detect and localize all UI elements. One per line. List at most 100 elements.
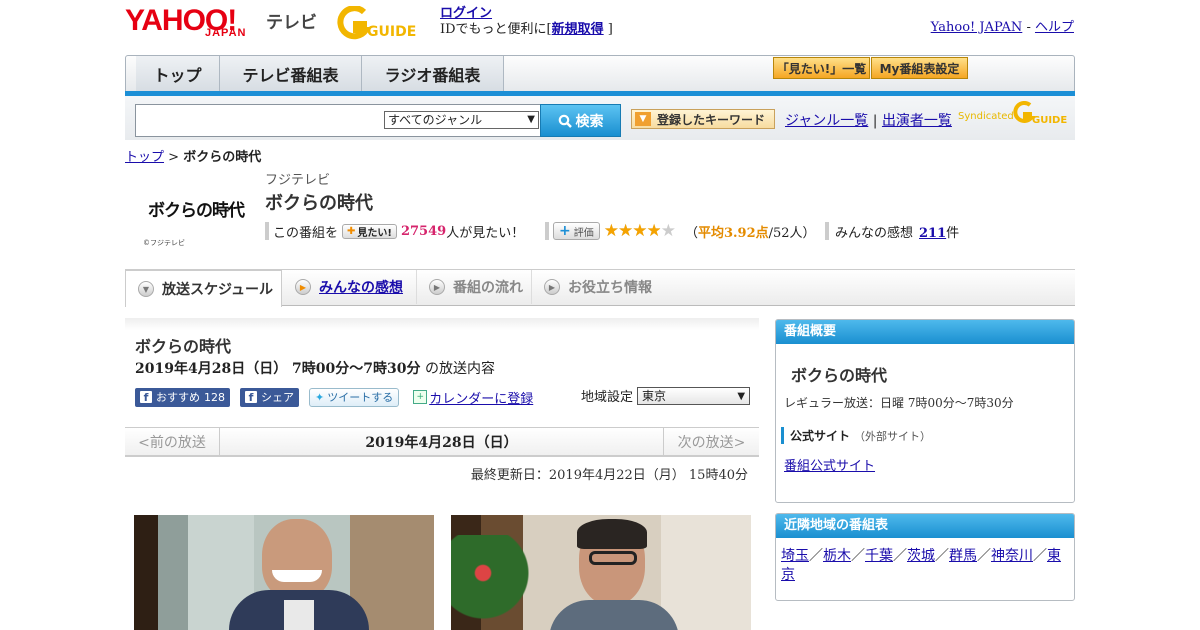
divider: [545, 222, 549, 240]
mitai-count: 27549: [400, 223, 447, 239]
calendar-register[interactable]: + カレンダーに登録: [413, 388, 533, 407]
region-setting: 地域設定 東京 ▼: [581, 386, 751, 405]
nav-tab-radio-schedule[interactable]: ラジオ番組表: [362, 56, 504, 91]
facebook-recommend-label: おすすめ: [156, 391, 200, 404]
rate-button-label: 評価: [573, 227, 594, 239]
nav-tab-top[interactable]: トップ: [136, 56, 220, 91]
login-block: ログイン IDでもっと便利に[新規取得 ]: [440, 6, 613, 38]
program-logo: ボクらの時代: [148, 201, 245, 221]
rating-average: 平均3.92点: [697, 225, 769, 241]
rating-summary: （平均3.92点/52人）: [685, 222, 816, 241]
play-icon: ▶: [544, 279, 560, 295]
pager-current-date: 2019年4月28日（日）: [365, 435, 518, 451]
subtab-info-label: お役立ち情報: [568, 280, 652, 296]
tweet-label: ツイートする: [327, 391, 394, 404]
breadcrumb: トップ > ボクらの時代: [125, 146, 261, 165]
region-link-kanagawa[interactable]: 神奈川: [991, 548, 1033, 564]
subtab-reviews[interactable]: ▶ みんなの感想: [283, 270, 417, 304]
my-schedule-button[interactable]: My番組表設定: [871, 57, 968, 79]
plus-icon: ✚: [347, 225, 356, 237]
subtab-flow-label: 番組の流れ: [453, 280, 523, 296]
login-prompt: IDでもっと便利に[: [440, 22, 552, 37]
yahoo-japan-link[interactable]: Yahoo! JAPAN: [931, 20, 1023, 35]
broadcast-title: ボクらの時代: [135, 337, 232, 356]
regular-broadcast-time: レギュラー放送：日曜 7時00分～7時30分: [784, 396, 1014, 410]
program-title: ボクらの時代: [265, 193, 373, 214]
dropdown-arrow-icon: ▼: [737, 390, 746, 402]
region-separator: ／: [809, 548, 823, 564]
subtab-schedule-label: 放送スケジュール: [162, 282, 274, 298]
subtab-schedule[interactable]: ▼ 放送スケジュール: [125, 270, 282, 307]
kansou-count-link[interactable]: 211: [919, 226, 946, 241]
official-site-note: （外部サイト）: [854, 429, 932, 443]
tweet-button[interactable]: ✦ ツイートする: [309, 387, 400, 407]
signup-link[interactable]: 新規取得: [552, 22, 604, 37]
rate-button[interactable]: + 評価: [553, 222, 600, 240]
calendar-icon: +: [413, 390, 428, 404]
triangle-down-icon: ▼: [635, 112, 651, 126]
breadcrumb-separator: >: [168, 150, 180, 165]
region-separator: ／: [1033, 548, 1047, 564]
breadcrumb-current: ボクらの時代: [183, 150, 262, 165]
nav-tab-tv-schedule[interactable]: テレビ番組表: [220, 56, 362, 91]
mitai-button[interactable]: ✚ 見たい!: [342, 223, 397, 239]
broadcast-photo-2: [451, 515, 751, 630]
region-select[interactable]: 東京 ▼: [637, 386, 751, 405]
broadcast-photo-1: [134, 515, 434, 630]
syndicated-gguide-wordmark: GUIDE: [1032, 115, 1067, 126]
subtab-reviews-label[interactable]: みんなの感想: [319, 277, 403, 297]
play-icon: ▶: [429, 279, 445, 295]
top-right-links: Yahoo! JAPAN - ヘルプ: [931, 16, 1074, 35]
region-separator: ／: [851, 548, 865, 564]
breadcrumb-top-link[interactable]: トップ: [125, 150, 164, 165]
divider: [265, 222, 269, 240]
last-updated: 最終更新日：2019年4月22日（月） 15時40分: [470, 468, 748, 483]
calendar-register-link[interactable]: カレンダーに登録: [429, 388, 533, 407]
mitai-button-label: 見たい!: [357, 227, 392, 239]
region-link-ibaraki[interactable]: 茨城: [907, 548, 935, 564]
search-links: ジャンル一覧 | 出演者一覧: [785, 110, 952, 130]
official-site-label: 公式サイト: [790, 429, 851, 443]
region-link-saitama[interactable]: 埼玉: [781, 548, 809, 564]
program-logo-copyright: ©フジテレビ: [143, 239, 185, 247]
facebook-icon: f: [245, 391, 257, 404]
region-selected-value: 東京: [642, 388, 667, 403]
gguide-wordmark: GUIDE: [367, 24, 416, 40]
twitter-icon: ✦: [315, 390, 325, 404]
search-button-label: 検索: [575, 113, 604, 130]
genre-select[interactable]: すべてのジャンル ▼: [384, 111, 539, 129]
mitai-suffix: 人が見たい！: [446, 225, 525, 241]
broadcast-datetime-suffix: の放送内容: [424, 361, 495, 377]
prev-broadcast-button[interactable]: <前の放送: [125, 428, 220, 456]
subtab-info: ▶ お役立ち情報: [532, 270, 662, 304]
search-button[interactable]: 検索: [540, 104, 621, 137]
share-row: f おすすめ 128 f シェア ✦ ツイートする + カレンダーに登録: [135, 387, 533, 407]
region-link-gunma[interactable]: 群馬: [949, 548, 977, 564]
login-link[interactable]: ログイン: [440, 6, 492, 21]
official-site-heading: 公式サイト （外部サイト）: [781, 427, 931, 444]
section-shade: [125, 318, 759, 330]
tv-logo-text: テレビ: [266, 13, 317, 33]
nearby-regions-list: 埼玉／栃木／千葉／茨城／群馬／神奈川／東京: [781, 547, 1066, 585]
broadcast-datetime: 2019年4月28日（日） 7時00分～7時30分: [135, 361, 421, 377]
login-prompt-end: ]: [607, 22, 613, 37]
mitai-list-button[interactable]: 「見たい!」一覧: [773, 57, 870, 79]
rating-stars: ★★★★★★★★★★: [603, 221, 676, 241]
genre-list-link[interactable]: ジャンル一覧: [785, 113, 868, 129]
official-site-link[interactable]: 番組公式サイト: [784, 455, 875, 474]
subtab-flow: ▶ 番組の流れ: [417, 270, 532, 304]
facebook-recommend-button[interactable]: f おすすめ 128: [135, 387, 230, 407]
links-separator: |: [872, 113, 878, 129]
help-link[interactable]: ヘルプ: [1035, 20, 1074, 35]
region-link-tochigi[interactable]: 栃木: [823, 548, 851, 564]
kansou-row: みんなの感想 211件: [825, 221, 959, 241]
region-link-chiba[interactable]: 千葉: [865, 548, 893, 564]
rating-count: /52人）: [768, 225, 816, 241]
facebook-icon: f: [140, 391, 152, 404]
kansou-suffix: 件: [946, 225, 960, 241]
facebook-share-button[interactable]: f シェア: [240, 387, 299, 407]
cast-list-link[interactable]: 出演者一覧: [882, 113, 952, 129]
registered-keyword-button[interactable]: ▼ 登録したキーワード: [631, 109, 775, 129]
next-broadcast-button[interactable]: 次の放送>: [663, 428, 759, 456]
play-icon: ▶: [295, 279, 311, 295]
